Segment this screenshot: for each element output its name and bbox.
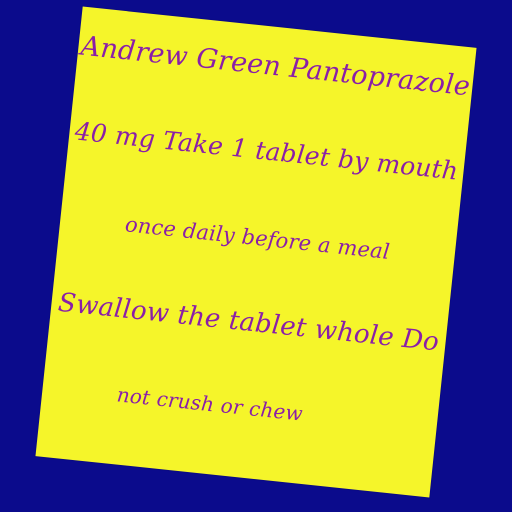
note-line-dose: 40 mg Take 1 tablet by mouth (73, 116, 460, 186)
note-line-frequency: once daily before a meal (123, 212, 391, 264)
note-line-patient-drug: Andrew Green Pantoprazole (79, 30, 472, 103)
prescription-note: Andrew Green Pantoprazole 40 mg Take 1 t… (35, 6, 477, 498)
note-line-instruction: Swallow the tablet whole Do (56, 287, 441, 358)
note-line-warning: not crush or chew (115, 382, 305, 426)
